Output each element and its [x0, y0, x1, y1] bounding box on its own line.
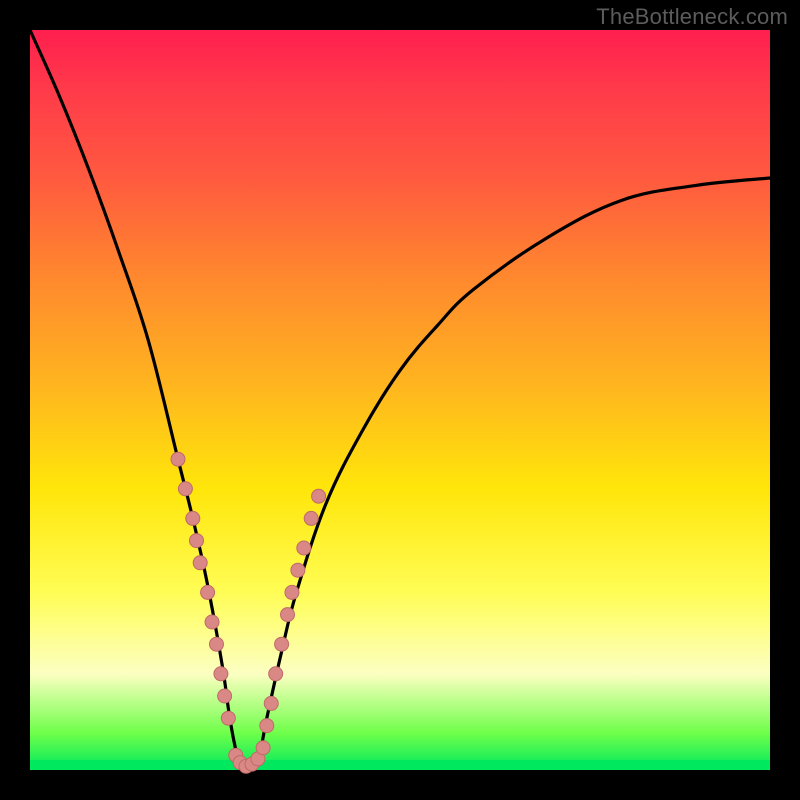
- data-marker: [264, 696, 278, 710]
- data-marker: [260, 719, 274, 733]
- data-marker: [291, 563, 305, 577]
- watermark-label: TheBottleneck.com: [596, 4, 788, 30]
- data-marker: [178, 482, 192, 496]
- data-marker: [201, 585, 215, 599]
- data-marker: [171, 452, 185, 466]
- data-marker: [275, 637, 289, 651]
- curve-path: [30, 30, 770, 772]
- data-marker: [304, 511, 318, 525]
- data-marker: [218, 689, 232, 703]
- data-marker: [281, 608, 295, 622]
- bottleneck-curve: [30, 30, 770, 770]
- data-marker: [221, 711, 235, 725]
- chart-frame: TheBottleneck.com: [0, 0, 800, 800]
- data-marker: [193, 556, 207, 570]
- data-marker: [186, 511, 200, 525]
- marker-group: [171, 452, 326, 773]
- data-marker: [256, 741, 270, 755]
- data-marker: [190, 534, 204, 548]
- data-marker: [285, 585, 299, 599]
- data-marker: [312, 489, 326, 503]
- data-marker: [297, 541, 311, 555]
- data-marker: [214, 667, 228, 681]
- data-marker: [269, 667, 283, 681]
- data-marker: [205, 615, 219, 629]
- data-marker: [209, 637, 223, 651]
- plot-area: [30, 30, 770, 770]
